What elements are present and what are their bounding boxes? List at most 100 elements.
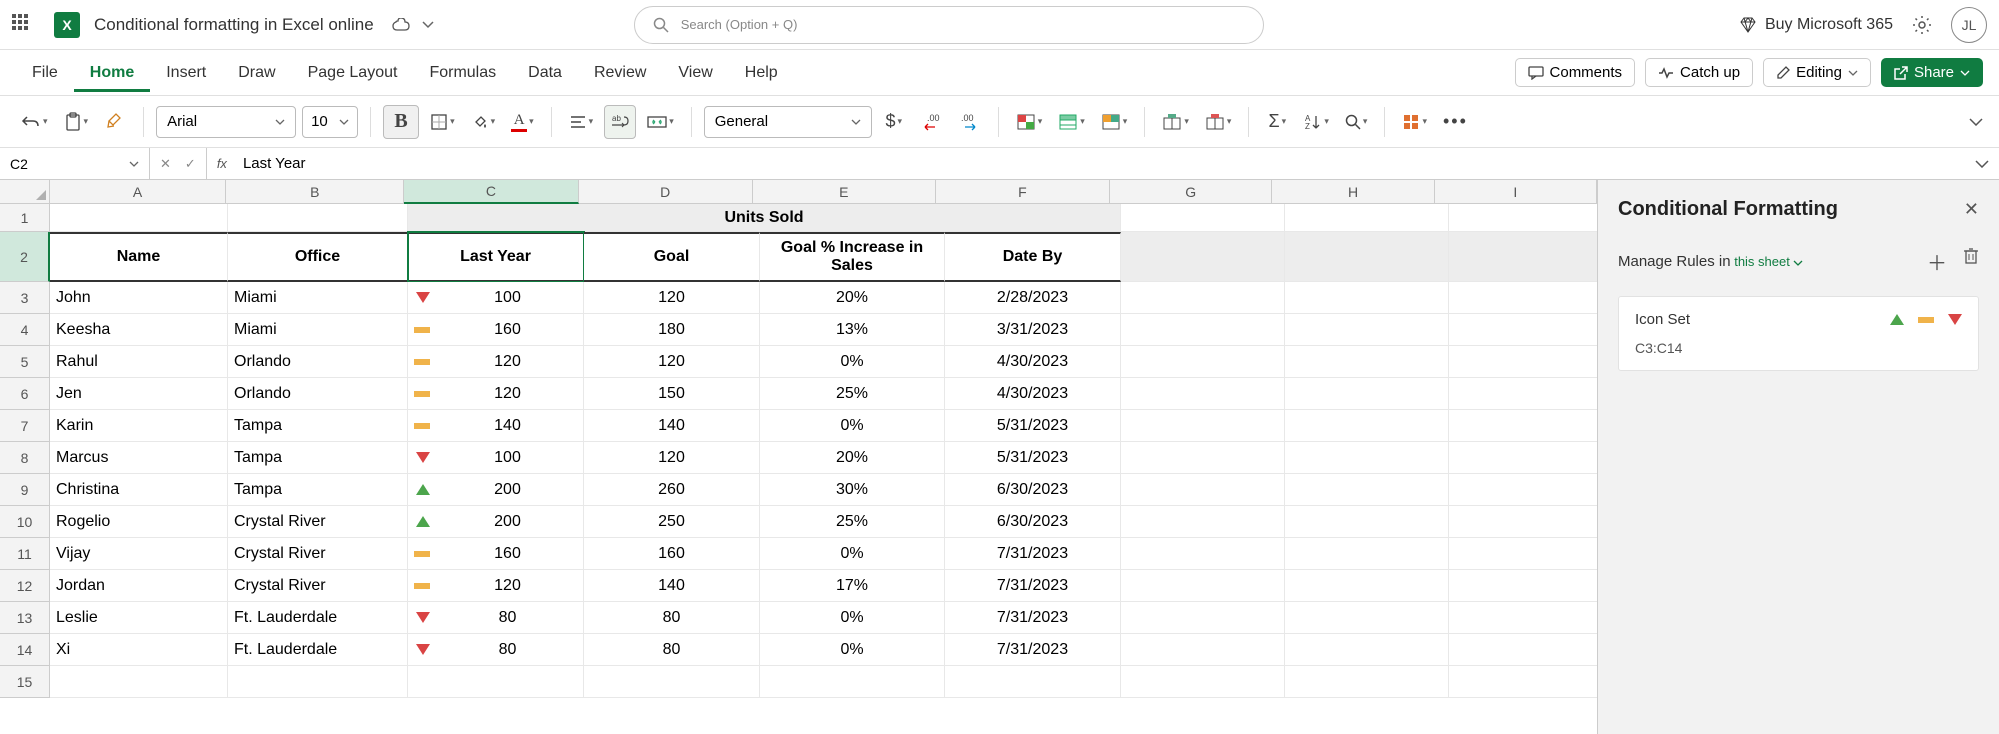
- cell[interactable]: [1121, 602, 1285, 634]
- last-year-cell[interactable]: 160: [408, 314, 584, 346]
- last-year-cell[interactable]: 100: [408, 442, 584, 474]
- date-cell[interactable]: 7/31/2023: [945, 570, 1121, 602]
- cell[interactable]: [1449, 232, 1597, 282]
- column-header[interactable]: H: [1272, 180, 1434, 204]
- cell[interactable]: [1449, 634, 1597, 666]
- increase-decimal-button[interactable]: .00: [954, 105, 986, 139]
- cell[interactable]: [1285, 538, 1449, 570]
- office-cell[interactable]: Crystal River: [228, 570, 408, 602]
- header-cell[interactable]: Goal % Increase in Sales: [760, 232, 945, 282]
- date-cell[interactable]: 4/30/2023: [945, 378, 1121, 410]
- cell[interactable]: [1285, 314, 1449, 346]
- goal-cell[interactable]: 120: [584, 346, 760, 378]
- tab-formulas[interactable]: Formulas: [413, 54, 512, 92]
- cell[interactable]: [1121, 666, 1285, 698]
- cell[interactable]: [1285, 506, 1449, 538]
- name-cell[interactable]: Vijay: [50, 538, 228, 570]
- font-size-select[interactable]: 10: [302, 106, 358, 138]
- column-header[interactable]: B: [226, 180, 404, 204]
- goal-cell[interactable]: 260: [584, 474, 760, 506]
- cell[interactable]: [1449, 346, 1597, 378]
- buy-microsoft-365-button[interactable]: Buy Microsoft 365: [1739, 16, 1893, 34]
- cell[interactable]: [1121, 378, 1285, 410]
- add-rule-icon[interactable]: ＋: [1927, 247, 1947, 276]
- name-cell[interactable]: Jordan: [50, 570, 228, 602]
- cell[interactable]: [1285, 204, 1449, 232]
- date-cell[interactable]: 7/31/2023: [945, 602, 1121, 634]
- last-year-cell[interactable]: 80: [408, 634, 584, 666]
- last-year-cell[interactable]: 120: [408, 378, 584, 410]
- cell[interactable]: [1121, 570, 1285, 602]
- name-cell[interactable]: Xi: [50, 634, 228, 666]
- decrease-decimal-button[interactable]: .00: [916, 105, 948, 139]
- formula-input[interactable]: Last Year: [237, 155, 1975, 172]
- tab-file[interactable]: File: [16, 54, 74, 92]
- user-avatar[interactable]: JL: [1951, 7, 1987, 43]
- addins-button[interactable]: ▾: [1397, 105, 1432, 139]
- percent-cell[interactable]: 17%: [760, 570, 945, 602]
- goal-cell[interactable]: 140: [584, 570, 760, 602]
- name-cell[interactable]: John: [50, 282, 228, 314]
- cell[interactable]: [1285, 442, 1449, 474]
- borders-button[interactable]: ▾: [425, 105, 460, 139]
- cell[interactable]: [1121, 346, 1285, 378]
- format-painter-button[interactable]: [99, 105, 131, 139]
- cell[interactable]: [1285, 570, 1449, 602]
- goal-cell[interactable]: 160: [584, 538, 760, 570]
- cell[interactable]: [408, 666, 584, 698]
- cell[interactable]: [50, 204, 228, 232]
- font-color-button[interactable]: A ▾: [506, 105, 539, 139]
- row-header[interactable]: 2: [0, 232, 50, 282]
- date-cell[interactable]: 6/30/2023: [945, 474, 1121, 506]
- document-title[interactable]: Conditional formatting in Excel online: [94, 15, 374, 35]
- paste-button[interactable]: ▾: [59, 105, 94, 139]
- goal-cell[interactable]: 180: [584, 314, 760, 346]
- date-cell[interactable]: 7/31/2023: [945, 634, 1121, 666]
- expand-formula-bar-icon[interactable]: [1975, 160, 1999, 168]
- cell[interactable]: [228, 204, 408, 232]
- office-cell[interactable]: Orlando: [228, 346, 408, 378]
- office-cell[interactable]: Crystal River: [228, 506, 408, 538]
- autosum-button[interactable]: Σ▾: [1261, 105, 1293, 139]
- row-header[interactable]: 14: [0, 634, 50, 666]
- percent-cell[interactable]: 0%: [760, 538, 945, 570]
- header-cell[interactable]: Last Year: [408, 232, 584, 282]
- cell[interactable]: [1121, 538, 1285, 570]
- row-header[interactable]: 15: [0, 666, 50, 698]
- search-input[interactable]: Search (Option + Q): [634, 6, 1264, 44]
- column-header[interactable]: G: [1110, 180, 1272, 204]
- rules-scope-select[interactable]: this sheet: [1734, 254, 1803, 269]
- row-header[interactable]: 7: [0, 410, 50, 442]
- date-cell[interactable]: 3/31/2023: [945, 314, 1121, 346]
- cell[interactable]: [1121, 204, 1285, 232]
- last-year-cell[interactable]: 80: [408, 602, 584, 634]
- date-cell[interactable]: 6/30/2023: [945, 506, 1121, 538]
- cell[interactable]: [1285, 346, 1449, 378]
- percent-cell[interactable]: 0%: [760, 346, 945, 378]
- name-cell[interactable]: Rogelio: [50, 506, 228, 538]
- last-year-cell[interactable]: 140: [408, 410, 584, 442]
- row-header[interactable]: 1: [0, 204, 50, 232]
- cell[interactable]: [760, 666, 945, 698]
- office-cell[interactable]: Orlando: [228, 378, 408, 410]
- close-panel-icon[interactable]: ✕: [1964, 199, 1979, 220]
- cell[interactable]: [1121, 506, 1285, 538]
- fill-color-button[interactable]: ▾: [466, 105, 501, 139]
- goal-cell[interactable]: 120: [584, 442, 760, 474]
- office-cell[interactable]: Ft. Lauderdale: [228, 602, 408, 634]
- number-format-select[interactable]: General: [704, 106, 872, 138]
- row-header[interactable]: 12: [0, 570, 50, 602]
- column-header[interactable]: F: [936, 180, 1110, 204]
- name-cell[interactable]: Christina: [50, 474, 228, 506]
- percent-cell[interactable]: 0%: [760, 634, 945, 666]
- more-button[interactable]: •••: [1438, 105, 1473, 139]
- cell[interactable]: [1121, 282, 1285, 314]
- cell[interactable]: [1121, 314, 1285, 346]
- cell[interactable]: [1449, 602, 1597, 634]
- cell[interactable]: [1449, 378, 1597, 410]
- insert-cells-button[interactable]: ▾: [1157, 105, 1194, 139]
- row-header[interactable]: 3: [0, 282, 50, 314]
- row-header[interactable]: 4: [0, 314, 50, 346]
- date-cell[interactable]: 4/30/2023: [945, 346, 1121, 378]
- sort-filter-button[interactable]: AZ ▾: [1299, 105, 1334, 139]
